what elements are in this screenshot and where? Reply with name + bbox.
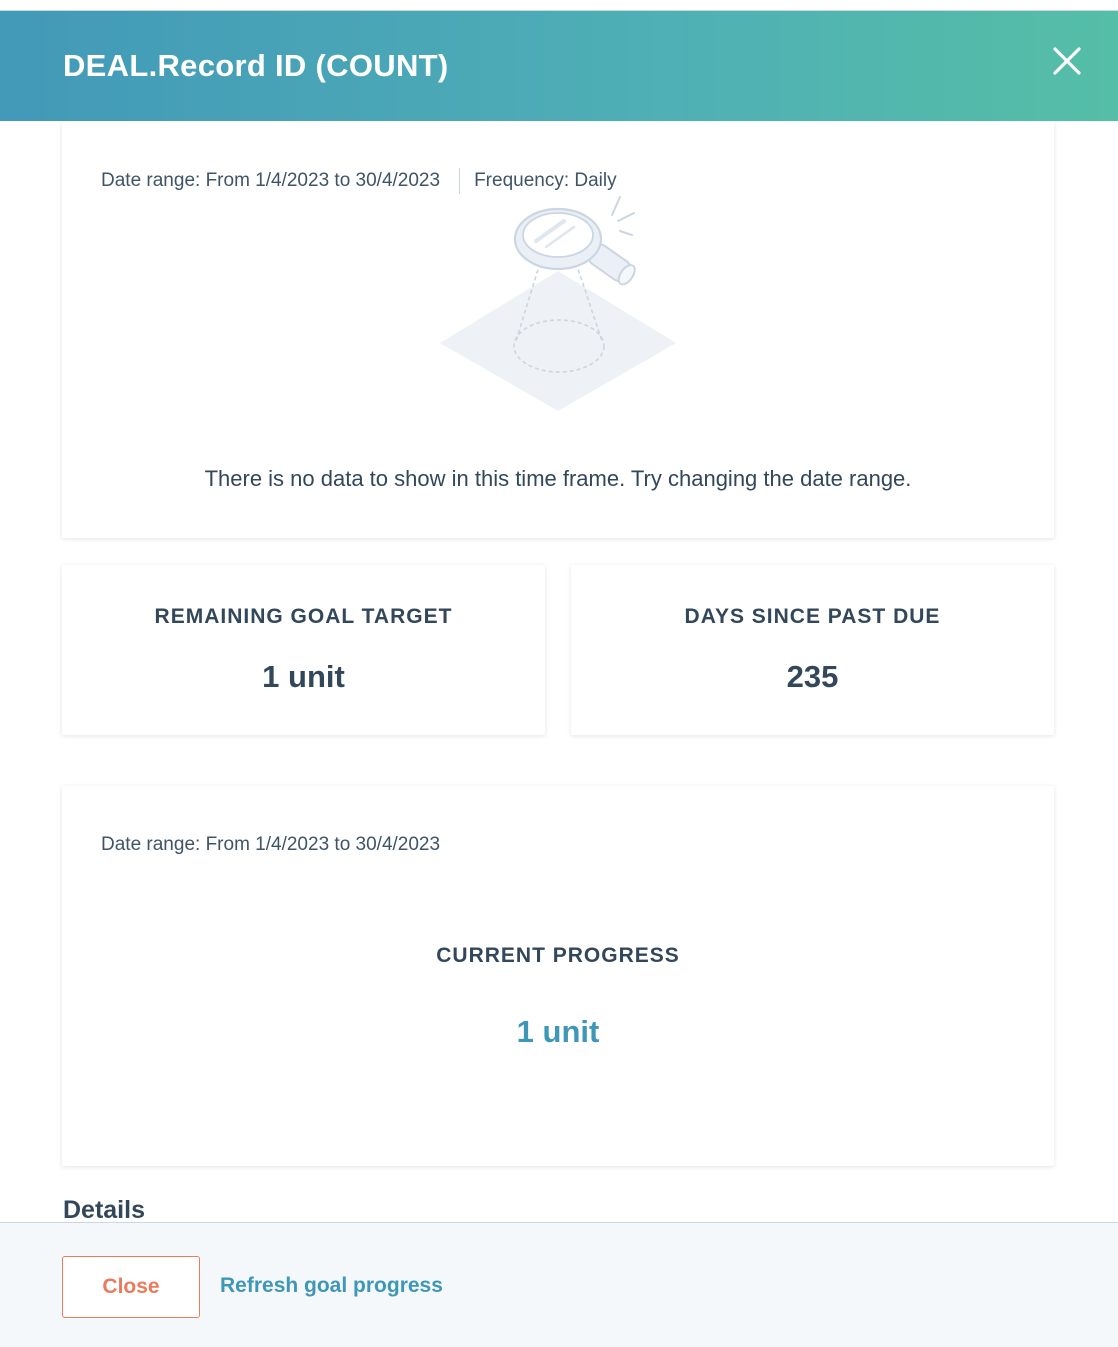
- current-progress-value: 1 unit: [516, 1014, 600, 1049]
- current-progress-card: Date range: From 1/4/2023 to 30/4/2023 C…: [62, 786, 1054, 1166]
- details-heading: Details: [63, 1196, 145, 1222]
- days-since-past-due-label: DAYS SINCE PAST DUE: [684, 605, 941, 628]
- modal-footer: Close Refresh goal progress: [0, 1222, 1118, 1347]
- modal-body[interactable]: Date range: From 1/4/2023 to 30/4/2023 F…: [0, 121, 1118, 1222]
- frequency-label: Frequency: Daily: [474, 170, 617, 191]
- empty-state-message: There is no data to show in this time fr…: [204, 466, 912, 491]
- window-top-edge: [0, 0, 1118, 11]
- close-button[interactable]: Close: [62, 1256, 200, 1318]
- date-range-label: Date range: From 1/4/2023 to 30/4/2023: [101, 170, 441, 191]
- modal-header: DEAL.Record ID (COUNT): [0, 11, 1118, 121]
- remaining-goal-target-value: 1 unit: [262, 659, 345, 694]
- goal-chart-card: Date range: From 1/4/2023 to 30/4/2023 F…: [62, 121, 1054, 538]
- remaining-goal-target-card: REMAINING GOAL TARGET 1 unit: [62, 565, 545, 735]
- days-since-past-due-value: 235: [786, 659, 839, 694]
- current-progress-label: CURRENT PROGRESS: [436, 944, 680, 967]
- refresh-goal-progress-link[interactable]: Refresh goal progress: [220, 1274, 443, 1298]
- progress-date-range-label: Date range: From 1/4/2023 to 30/4/2023: [101, 834, 441, 855]
- magnifying-glass-illustration-icon: [436, 191, 680, 411]
- modal-title: DEAL.Record ID (COUNT): [63, 48, 449, 83]
- remaining-goal-target-label: REMAINING GOAL TARGET: [154, 605, 453, 628]
- progress-filters: Date range: From 1/4/2023 to 30/4/2023: [101, 834, 440, 856]
- days-since-past-due-card: DAYS SINCE PAST DUE 235: [571, 565, 1054, 735]
- close-icon[interactable]: [1050, 44, 1084, 78]
